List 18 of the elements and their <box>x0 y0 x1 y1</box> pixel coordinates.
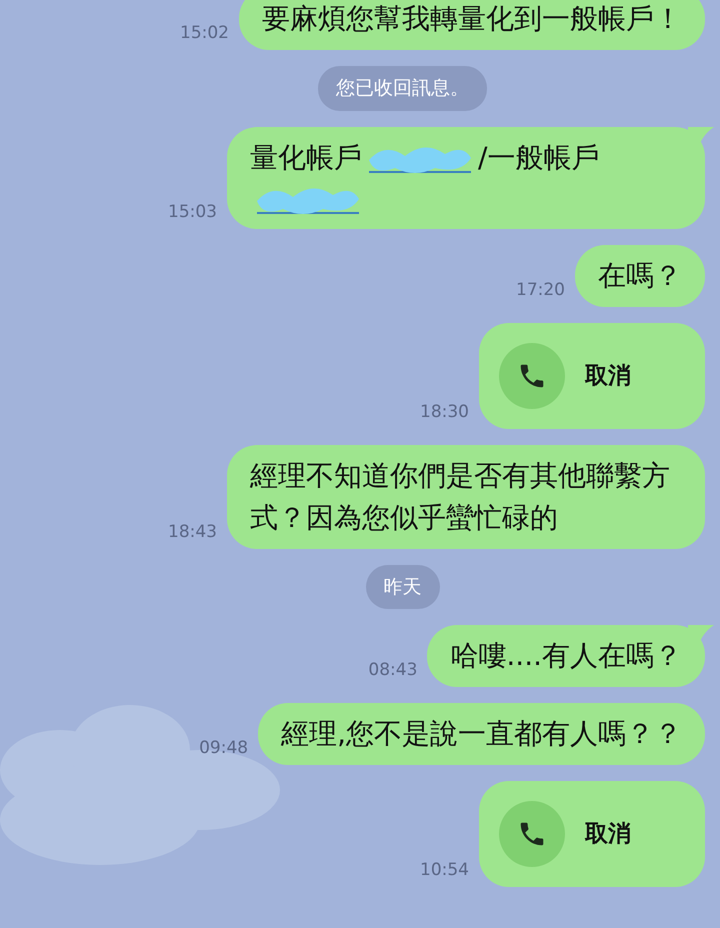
message-time: 15:02 <box>180 25 229 45</box>
date-notice: 昨天 <box>366 564 440 609</box>
message-bubble: 在嗎？ <box>575 244 705 306</box>
message-time: 18:43 <box>168 524 217 544</box>
call-status-text: 取消 <box>585 362 631 390</box>
message-time: 08:43 <box>368 662 418 682</box>
message-time: 15:03 <box>168 204 217 224</box>
message-bubble: 經理不知道你們是否有其他聯繫方式？因為您似乎蠻忙碌的 <box>227 444 705 548</box>
date-notice: 您已收回訊息。 <box>318 66 487 110</box>
message-time: 18:30 <box>420 404 469 424</box>
message-text: /一般帳戶 <box>478 140 600 176</box>
message-text: 量化帳戶 <box>250 140 362 176</box>
message-bubble: 要麻煩您幫我轉量化到一般帳戶！ <box>239 0 705 50</box>
message-time: 10:54 <box>420 862 469 882</box>
message-bubble: 經理,您不是說一直都有人嗎？？ <box>258 703 705 765</box>
message-time: 17:20 <box>516 282 565 302</box>
message-time: 09:48 <box>199 740 248 760</box>
call-status-text: 取消 <box>585 820 631 849</box>
